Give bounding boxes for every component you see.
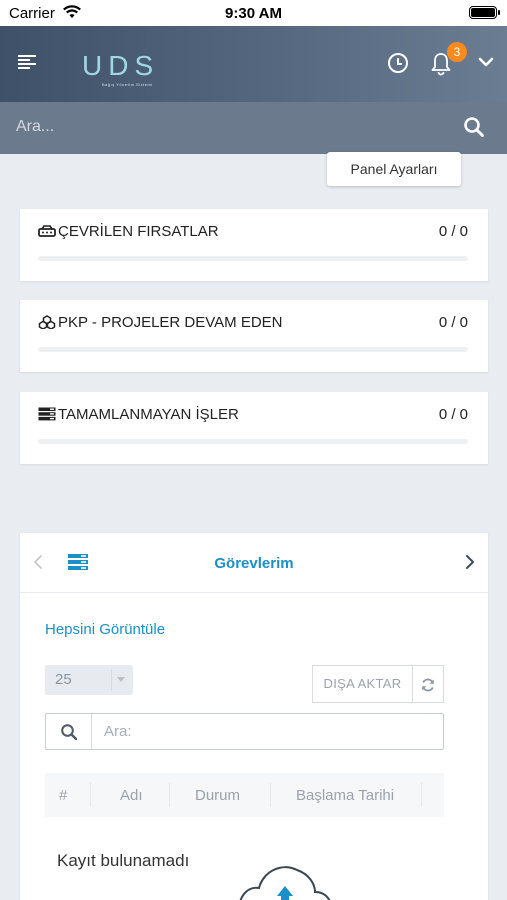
cloud-upload-icon <box>239 866 331 900</box>
page-size-select[interactable]: 25 <box>45 665 133 695</box>
empty-state-message: Kayıt bulunamadı <box>57 851 190 870</box>
card-count: 0 / 0 <box>438 314 468 331</box>
logo-subtitle: Bağış Yönetim Sistemi <box>102 82 153 87</box>
table-search-field[interactable]: Ara: <box>45 713 444 750</box>
clock-time: 9:30 AM <box>225 5 282 22</box>
page-size-value: 25 <box>55 671 72 688</box>
global-search-placeholder[interactable]: Ara... <box>16 118 54 136</box>
chevron-down-icon[interactable] <box>476 54 496 70</box>
summary-card-converted-opportunities[interactable]: ÇEVRİLEN FIRSATLAR 0 / 0 <box>20 209 488 281</box>
search-icon <box>61 724 78 741</box>
card-title: PKP - PROJELER DEVAM EDEN <box>58 314 283 331</box>
card-progress-bar <box>38 347 468 352</box>
summary-card-projects-in-progress[interactable]: PKP - PROJELER DEVAM EDEN 0 / 0 <box>20 300 488 372</box>
logo: UDS Bağış Yönetim Sistemi <box>80 42 170 88</box>
app-header: UDS Bağış Yönetim Sistemi 3 <box>0 26 507 102</box>
summary-card-incomplete-tasks[interactable]: TAMAMLANMAYAN İŞLER 0 / 0 <box>20 392 488 464</box>
column-separator <box>90 783 91 807</box>
column-header-number[interactable]: # <box>59 787 67 804</box>
battery-icon <box>469 6 500 19</box>
global-search-bar[interactable]: Ara... <box>0 102 507 154</box>
card-count: 0 / 0 <box>438 406 468 423</box>
card-title: TAMAMLANMAYAN İŞLER <box>58 406 239 423</box>
tasks-header: Görevlerim <box>20 533 488 593</box>
server-icon <box>38 407 56 421</box>
notification-badge: 3 <box>447 42 467 62</box>
my-tasks-panel: Görevlerim Hepsini Görüntüle 25 DIŞA AKT… <box>20 533 488 900</box>
caret-down-icon <box>117 677 125 682</box>
column-separator <box>270 783 271 807</box>
column-separator <box>421 783 422 807</box>
search-icon[interactable] <box>463 116 485 138</box>
table-search-placeholder[interactable]: Ara: <box>104 723 132 740</box>
tasks-title: Görevlerim <box>214 555 294 572</box>
column-header-name[interactable]: Adı <box>120 787 143 804</box>
card-progress-bar <box>38 439 468 444</box>
column-separator <box>169 783 170 807</box>
column-header-status[interactable]: Durum <box>195 787 240 804</box>
card-title: ÇEVRİLEN FIRSATLAR <box>58 223 219 240</box>
select-divider <box>111 669 112 691</box>
view-all-link[interactable]: Hepsini Görüntüle <box>45 621 165 638</box>
export-button[interactable]: DIŞA AKTAR <box>312 665 413 703</box>
table-search-icon-box <box>46 714 92 749</box>
card-count: 0 / 0 <box>438 223 468 240</box>
history-clock-icon[interactable] <box>388 53 408 73</box>
modem-icon <box>38 225 56 237</box>
cubes-icon <box>38 315 56 329</box>
logo-text: UDS <box>82 50 160 81</box>
column-header-start-date[interactable]: Başlama Tarihi <box>296 787 394 804</box>
menu-icon[interactable] <box>18 55 36 69</box>
status-bar: Carrier 9:30 AM <box>0 0 507 26</box>
chevron-right-icon[interactable] <box>464 553 476 571</box>
refresh-button[interactable] <box>413 665 444 703</box>
card-progress-bar <box>38 256 468 261</box>
panel-settings-button[interactable]: Panel Ayarları <box>327 152 461 186</box>
refresh-icon <box>422 678 434 692</box>
table-header: # Adı Durum Başlama Tarihi <box>45 773 444 817</box>
